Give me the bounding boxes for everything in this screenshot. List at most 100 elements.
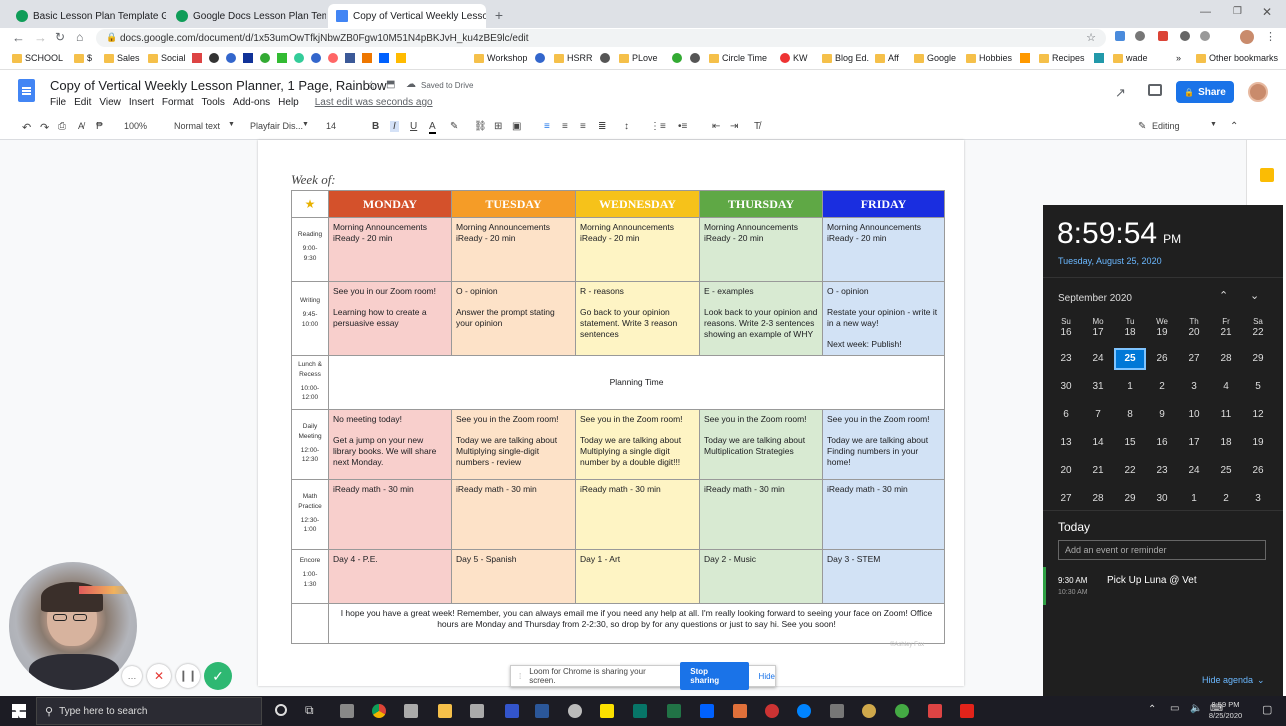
calendar-day[interactable]: 29 [1242, 353, 1274, 364]
chevron-up-icon[interactable]: ⌃ [1219, 289, 1228, 302]
text-color-icon[interactable]: A [429, 121, 436, 134]
calendar-day[interactable]: 16 [1050, 327, 1082, 338]
facebook-icon[interactable] [345, 53, 355, 63]
lesson-cell[interactable]: No meeting today! Get a jump on your new… [328, 409, 452, 480]
calendar-day[interactable]: 16 [1146, 437, 1178, 448]
bold-icon[interactable]: B [372, 121, 379, 132]
reload-icon[interactable]: ↻ [55, 30, 65, 44]
lesson-cell[interactable]: E - examples Look back to your opinion a… [699, 281, 823, 356]
settings-icon[interactable] [568, 704, 582, 718]
calendar-day[interactable]: 10 [1178, 409, 1210, 420]
profile-avatar[interactable] [1240, 30, 1254, 44]
last-edit-link[interactable]: Last edit was seconds ago [315, 97, 433, 108]
messenger-icon[interactable] [797, 704, 811, 718]
browser-tab-active[interactable]: Copy of Vertical Weekly Lesso ✕ [328, 4, 486, 28]
dropbox-icon[interactable] [700, 704, 714, 718]
extension-icon[interactable] [1200, 31, 1210, 41]
app-icon[interactable] [733, 704, 747, 718]
footer-message-cell[interactable]: I hope you have a great week! Remember, … [328, 603, 945, 644]
lesson-cell[interactable]: Day 3 - STEM [822, 549, 945, 604]
back-icon[interactable]: ← [12, 30, 25, 45]
event-title[interactable]: Pick Up Luna @ Vet [1107, 575, 1197, 586]
lesson-cell[interactable]: See you in the Zoom room! Today we are t… [822, 409, 945, 480]
calendar-day[interactable]: 22 [1114, 465, 1146, 476]
bookmark-item[interactable]: Hobbies [966, 53, 1012, 63]
app-icon[interactable] [895, 704, 909, 718]
network-icon[interactable]: ▭ [1170, 703, 1179, 714]
chrome-menu-icon[interactable]: ⋮ [1265, 30, 1276, 43]
calendar-day[interactable]: 20 [1050, 465, 1082, 476]
calendar-day[interactable]: 26 [1146, 353, 1178, 364]
menu-view[interactable]: View [99, 97, 121, 108]
calendar-day[interactable]: 2 [1146, 381, 1178, 392]
line-spacing-icon[interactable]: ↕ [624, 121, 629, 132]
event-start[interactable]: 9:30 AM [1058, 576, 1087, 585]
close-window-button[interactable]: ✕ [1262, 5, 1272, 19]
lesson-cell[interactable]: iReady math - 30 min [822, 479, 945, 550]
calendar-day[interactable]: 17 [1082, 327, 1114, 338]
menu-edit[interactable]: Edit [74, 97, 91, 108]
sticky-notes-icon[interactable] [600, 704, 614, 718]
bookmark-item[interactable]: Other bookmarks [1196, 53, 1278, 63]
lesson-cell[interactable]: Day 2 - Music [699, 549, 823, 604]
app-icon[interactable] [505, 704, 519, 718]
extension-icon[interactable] [1158, 31, 1168, 41]
site-icon[interactable] [277, 53, 287, 63]
word-icon[interactable] [535, 704, 549, 718]
calendar-day[interactable]: 14 [1082, 437, 1114, 448]
calendar-day[interactable]: 29 [1114, 493, 1146, 504]
app-icon[interactable] [862, 704, 876, 718]
bookmark-item[interactable]: Blog Ed. [822, 53, 869, 63]
lesson-cell[interactable]: Day 4 - P.E. [328, 549, 452, 604]
stop-sharing-button[interactable]: Stop sharing [680, 662, 749, 690]
calendar-day[interactable]: 19 [1242, 437, 1274, 448]
bookmark-star-icon[interactable]: ☆ [1086, 31, 1096, 44]
lesson-cell[interactable]: R - reasons Go back to your opinion stat… [575, 281, 700, 356]
calendar-day[interactable]: 20 [1178, 327, 1210, 338]
month-label[interactable]: September 2020 [1058, 293, 1132, 304]
bookmark-item[interactable]: HSRR [535, 53, 593, 63]
bulleted-list-icon[interactable]: •≡ [678, 121, 687, 132]
file-explorer-icon[interactable] [438, 704, 452, 718]
link-icon[interactable]: ⛓ [474, 121, 487, 132]
site-icon[interactable] [209, 53, 219, 63]
increase-indent-icon[interactable]: ⇥ [730, 121, 738, 132]
calendar-day[interactable]: 24 [1082, 353, 1114, 364]
highlight-icon[interactable]: ✎ [450, 121, 458, 132]
windows-start-icon[interactable] [12, 704, 26, 718]
align-right-icon[interactable]: ≡ [580, 121, 586, 132]
document-page[interactable]: Week of: ★ MONDAY TUESDAY WEDNESDAY THUR… [258, 140, 964, 686]
hide-share-bar-button[interactable]: Hide [759, 672, 775, 681]
calendar-day[interactable]: 17 [1178, 437, 1210, 448]
italic-icon[interactable]: I [390, 121, 399, 132]
lesson-cell[interactable]: Morning Announcements iReady - 20 min [575, 217, 700, 282]
calendar-day[interactable]: 7 [1082, 409, 1114, 420]
menu-help[interactable]: Help [278, 97, 299, 108]
planning-time-cell[interactable]: Planning Time [328, 355, 945, 410]
lesson-cell[interactable]: iReady math - 30 min [699, 479, 823, 550]
spellcheck-icon[interactable]: A̸ [78, 121, 84, 131]
font-size-select[interactable]: 14 [326, 121, 336, 131]
lesson-cell[interactable]: Morning Announcements iReady - 20 min [451, 217, 576, 282]
loom-pause-button[interactable]: ❙❙ [176, 664, 200, 688]
numbered-list-icon[interactable]: ⋮≡ [650, 121, 666, 132]
loom-cancel-button[interactable]: ✕ [147, 664, 171, 688]
excel-icon[interactable] [667, 704, 681, 718]
restore-button[interactable]: ❐ [1233, 6, 1242, 17]
loom-finish-button[interactable]: ✓ [204, 662, 232, 690]
comment-add-icon[interactable]: ⊞ [494, 121, 502, 132]
site-icon[interactable] [243, 53, 253, 63]
calendar-day[interactable]: 23 [1050, 353, 1082, 364]
calendar-day[interactable]: 15 [1114, 437, 1146, 448]
site-icon[interactable] [260, 53, 270, 63]
calendar-day[interactable]: 3 [1242, 493, 1274, 504]
activity-icon[interactable]: ↗ [1115, 85, 1126, 101]
bookmark-item[interactable]: SCHOOL [12, 53, 63, 63]
omnibox[interactable]: 🔒 docs.google.com/document/d/1x53umOwTfk… [96, 29, 1106, 47]
more-bookmarks-icon[interactable]: » [1176, 53, 1181, 63]
taskbar-clock[interactable]: 8:59 PM 8/25/2020 [1203, 699, 1248, 722]
calendar-day[interactable]: 8 [1114, 409, 1146, 420]
lesson-cell[interactable]: Morning Announcements iReady - 20 min [699, 217, 823, 282]
zoom-select[interactable]: 100% [124, 121, 147, 131]
app-icon[interactable] [340, 704, 354, 718]
